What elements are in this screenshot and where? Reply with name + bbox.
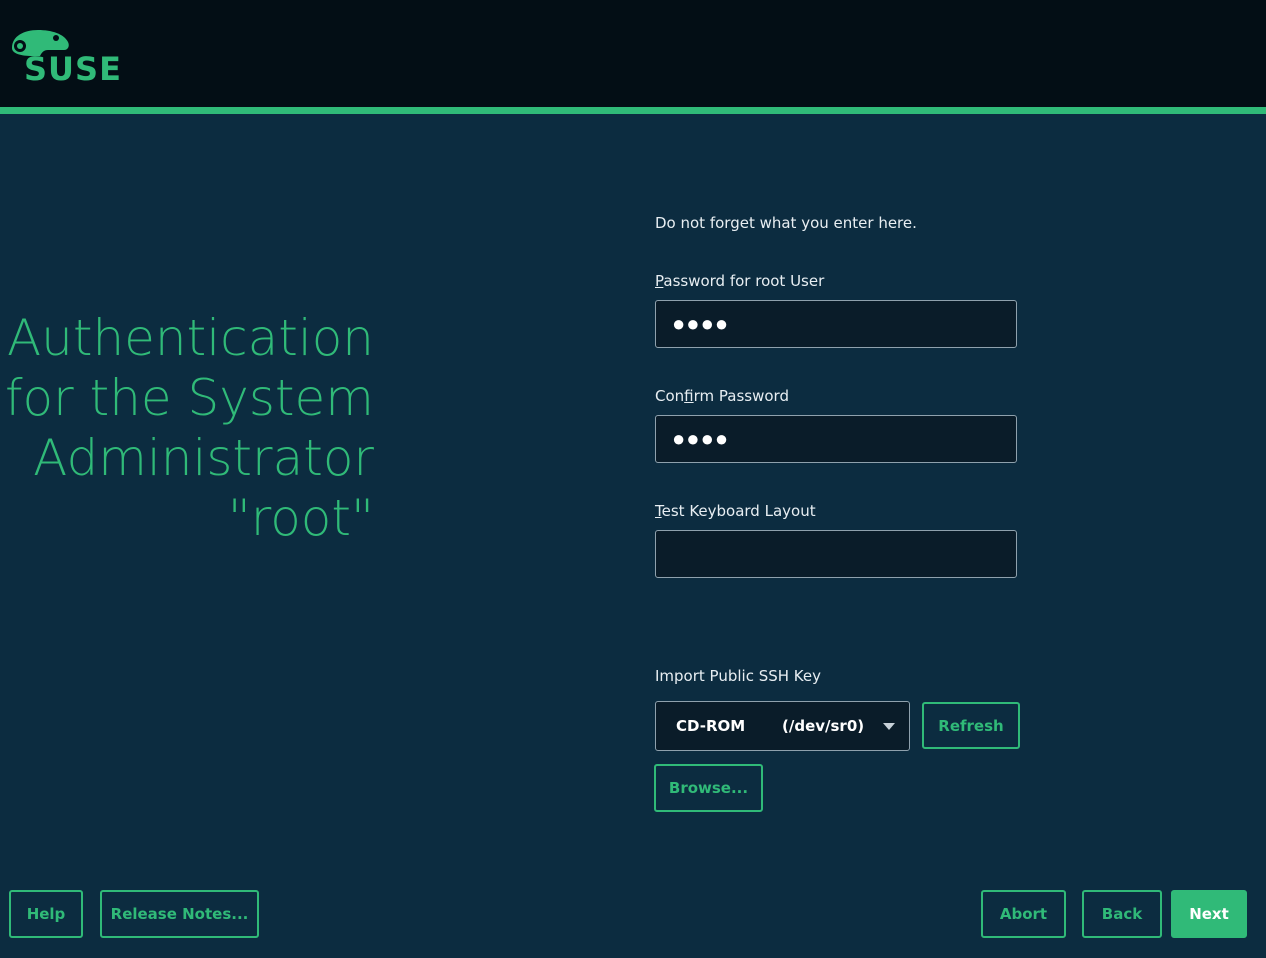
confirm-password-value: ●●●● <box>672 426 730 451</box>
chevron-down-icon <box>883 723 895 730</box>
confirm-password-label: Confirm Password <box>655 387 789 405</box>
keyboard-test-label: Test Keyboard Layout <box>655 502 816 520</box>
ssh-device-name: CD-ROM <box>676 717 746 735</box>
confirm-password-field[interactable]: ●●●● <box>655 415 1017 463</box>
back-button[interactable]: Back <box>1082 890 1162 938</box>
header-bar: SUSE <box>0 0 1266 107</box>
keyboard-label-rest: est Keyboard Layout <box>661 502 816 520</box>
page-title-line-3: Administrator <box>33 429 374 487</box>
password-label-rest: assword for root User <box>663 272 825 290</box>
ssh-device-path: (/dev/sr0) <box>782 717 865 735</box>
next-button[interactable]: Next <box>1171 890 1247 938</box>
page-title-line-4: "root" <box>227 489 374 547</box>
abort-button[interactable]: Abort <box>981 890 1066 938</box>
page-title-line-2: for the System <box>4 369 374 427</box>
info-text: Do not forget what you enter here. <box>655 214 917 232</box>
password-field[interactable]: ●●●● <box>655 300 1017 348</box>
page-title-line-1: Authentication <box>6 309 374 367</box>
header-accent-line <box>0 107 1266 114</box>
keyboard-test-field[interactable] <box>655 530 1017 578</box>
confirm-label-start: Con <box>655 387 685 405</box>
installer-page: SUSE Authentication for the System Admin… <box>0 0 1266 958</box>
confirm-label-mnemonic: f <box>684 387 694 405</box>
confirm-label-rest: irm Password <box>693 387 789 405</box>
keyboard-label-mnemonic: T <box>655 502 662 520</box>
browse-button[interactable]: Browse... <box>654 764 763 812</box>
refresh-button[interactable]: Refresh <box>922 702 1020 749</box>
ssh-key-label: Import Public SSH Key <box>655 667 821 685</box>
help-button[interactable]: Help <box>9 890 83 938</box>
release-notes-button[interactable]: Release Notes... <box>100 890 259 938</box>
password-label: Password for root User <box>655 272 824 290</box>
page-title: Authentication for the System Administra… <box>5 308 374 548</box>
password-value: ●●●● <box>672 311 730 336</box>
ssh-device-select[interactable]: CD-ROM (/dev/sr0) <box>655 701 910 751</box>
suse-logo-text: SUSE <box>24 50 122 88</box>
